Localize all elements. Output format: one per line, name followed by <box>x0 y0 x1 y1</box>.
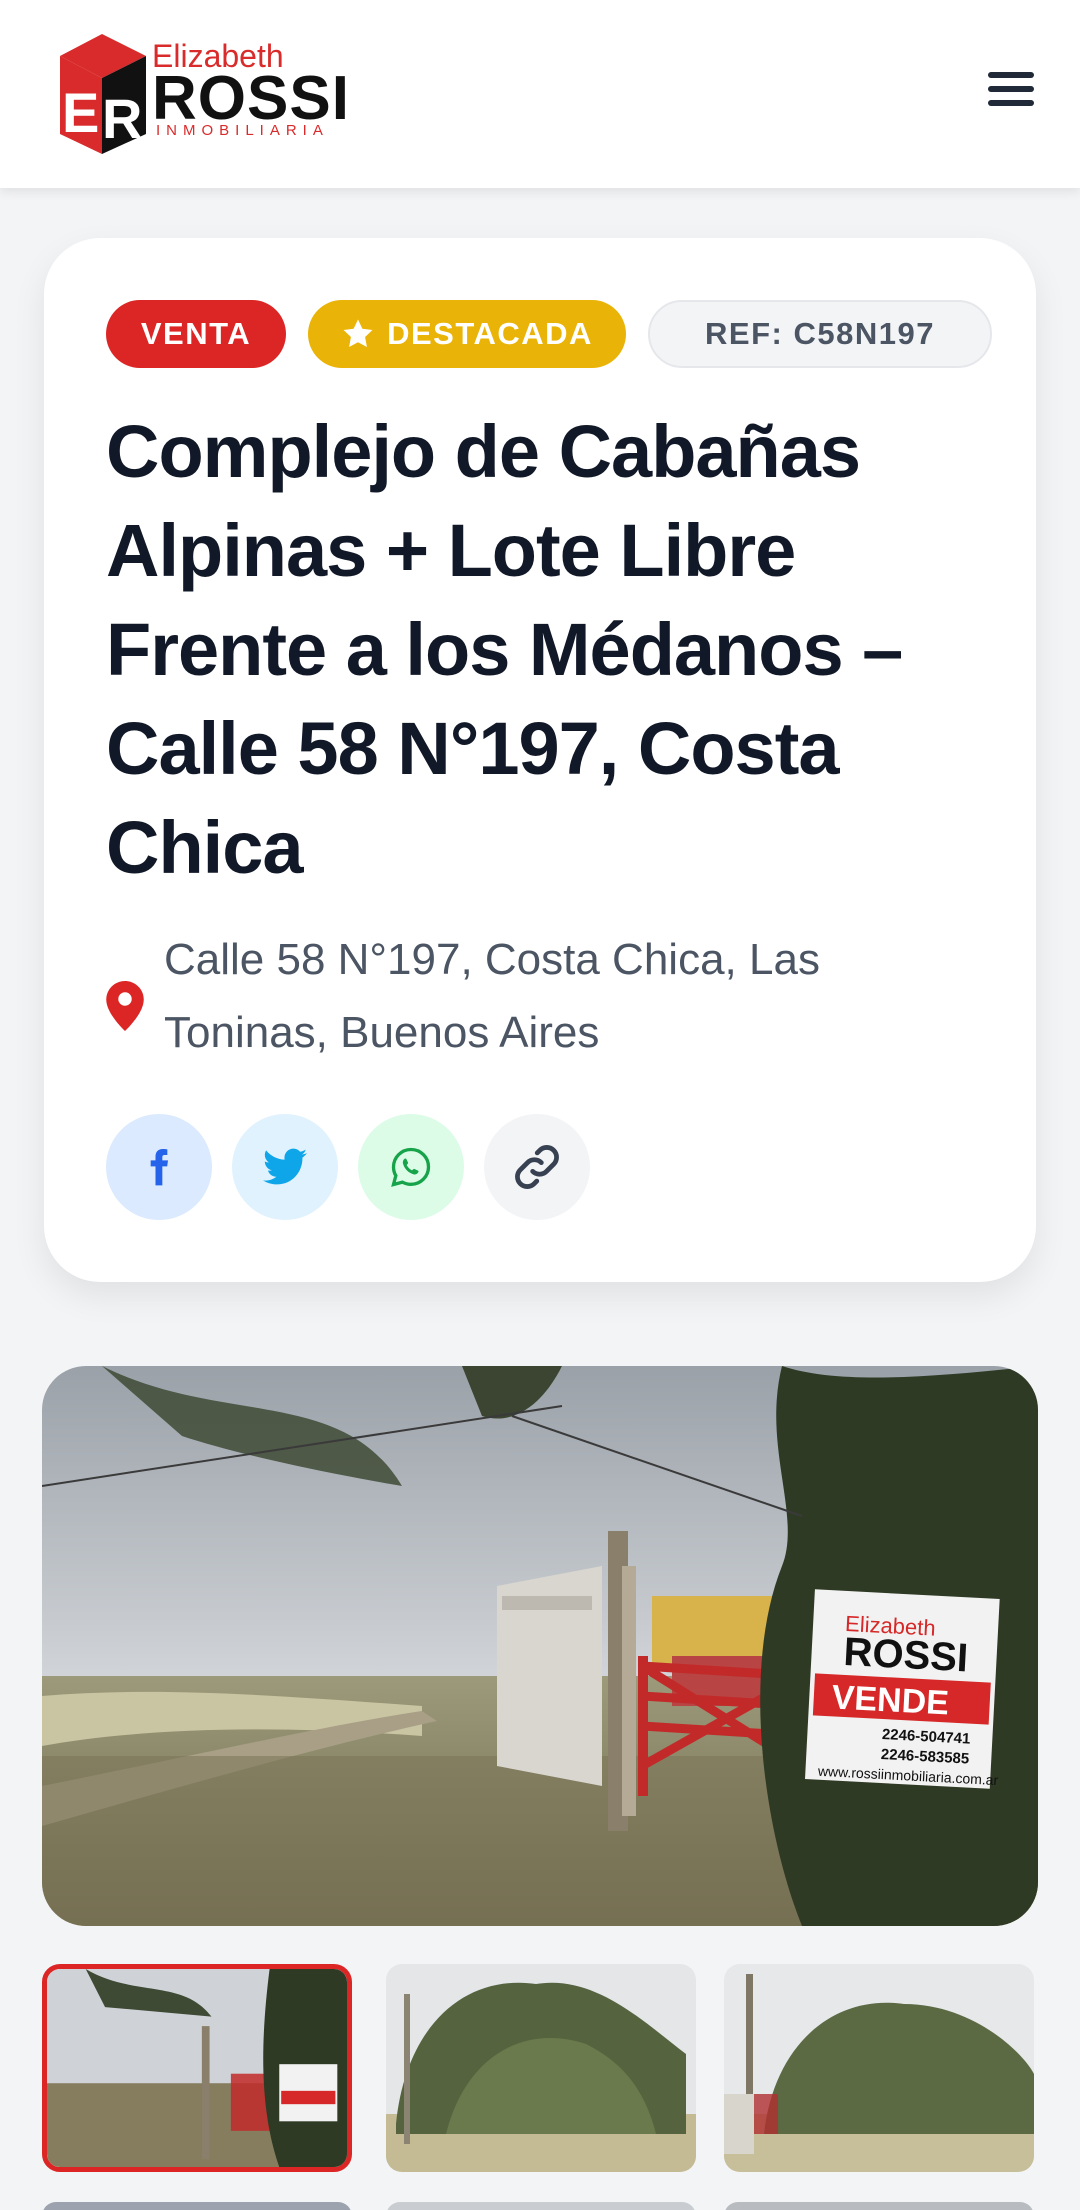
gallery-thumbnail[interactable] <box>42 1964 352 2172</box>
menu-bar <box>988 100 1034 106</box>
share-facebook-button[interactable] <box>106 1114 212 1220</box>
hamburger-menu-icon[interactable] <box>984 66 1040 122</box>
copy-link-button[interactable] <box>484 1114 590 1220</box>
thumbnail-image <box>47 1969 347 2167</box>
thumbnail-image <box>386 1964 696 2172</box>
featured-badge-label: DESTACADA <box>387 316 593 351</box>
location-pin-icon <box>106 981 144 1031</box>
logo-main-text: ROSSI <box>152 64 350 133</box>
gallery-thumbnail-partial[interactable] <box>42 2202 352 2210</box>
gallery-thumbnail-partial[interactable] <box>724 2202 1034 2210</box>
svg-text:E: E <box>62 81 99 144</box>
menu-bar <box>988 72 1034 78</box>
whatsapp-icon <box>391 1147 431 1187</box>
logo-mark-icon: E R <box>60 34 146 154</box>
property-photo-image: Elizabeth ROSSI VENDE 2246-504741 2246-5… <box>42 1366 1038 1926</box>
gallery-thumbnail[interactable] <box>724 1964 1034 2172</box>
gallery-thumbnail-partial[interactable] <box>386 2202 696 2210</box>
site-logo[interactable]: E R Elizabeth ROSSI INMOBILIARIA <box>50 34 350 158</box>
sign-label: VENDE <box>831 1678 950 1722</box>
site-header: E R Elizabeth ROSSI INMOBILIARIA <box>0 0 1080 188</box>
facebook-icon <box>150 1149 168 1186</box>
featured-badge: DESTACADA <box>308 300 626 368</box>
link-icon <box>515 1145 559 1189</box>
svg-text:R: R <box>102 87 142 150</box>
address-row: Calle 58 N°197, Costa Chica, Las Toninas… <box>106 923 986 1073</box>
main-property-photo[interactable]: Elizabeth ROSSI VENDE 2246-504741 2246-5… <box>42 1366 1038 1926</box>
share-twitter-button[interactable] <box>232 1114 338 1220</box>
listing-address: Calle 58 N°197, Costa Chica, Las Toninas… <box>164 935 820 1057</box>
listing-card: VENTA DESTACADA REF: C58N197 Complejo de… <box>44 238 1036 1282</box>
operation-badge: VENTA <box>106 300 286 368</box>
logo-sub-text: INMOBILIARIA <box>156 122 329 139</box>
thumbnail-image <box>724 1964 1034 2172</box>
sign-brand-main: ROSSI <box>843 1630 970 1680</box>
share-whatsapp-button[interactable] <box>358 1114 464 1220</box>
star-icon <box>343 319 373 348</box>
twitter-icon <box>263 1148 307 1185</box>
menu-bar <box>988 86 1034 92</box>
listing-title: Complejo de Cabañas Alpinas + Lote Libre… <box>106 410 903 889</box>
gallery-thumbnail[interactable] <box>386 1964 696 2172</box>
reference-badge: REF: C58N197 <box>648 300 992 368</box>
